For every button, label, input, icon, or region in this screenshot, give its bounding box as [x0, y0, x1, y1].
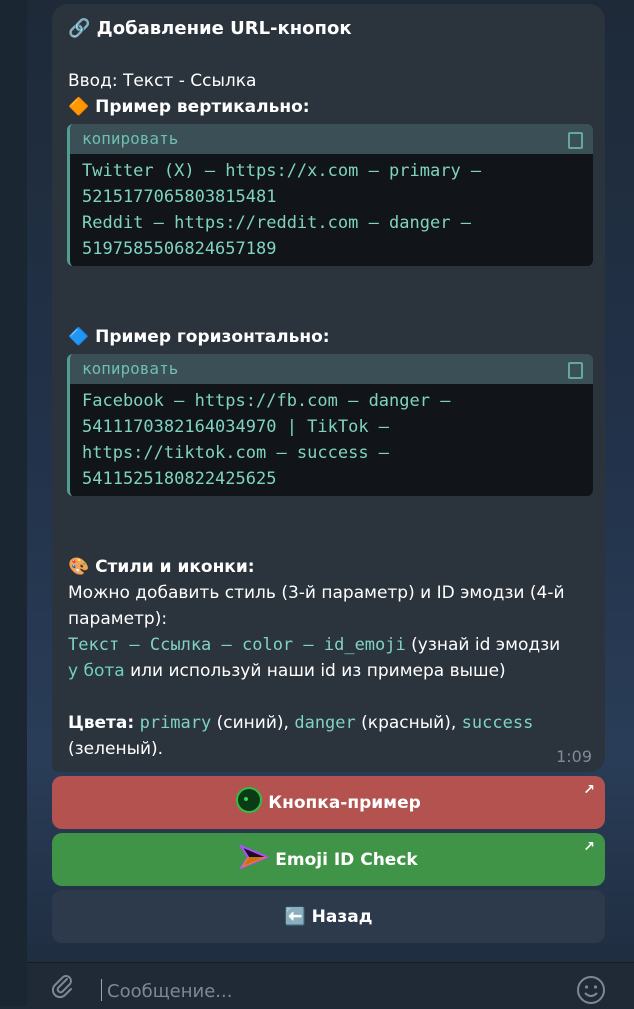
format-code: Текст — Ссылка — color — id_emoji — [68, 635, 406, 655]
code-line: Twitter (X) — https://x.com — primary — — [82, 161, 482, 181]
copy-label: копировать — [82, 129, 179, 148]
input-format-text: Ввод: Текст - Ссылка — [68, 71, 257, 91]
colors-label: Цвета: — [68, 713, 135, 733]
message-title: 🔗 Добавление URL-кнопок — [68, 18, 352, 39]
color-danger: danger — [294, 713, 356, 733]
code-line: Reddit — https://reddit.com — danger — — [82, 213, 471, 233]
copy-icon[interactable] — [568, 362, 583, 379]
code-line: 5411170382164034970 | TikTok — — [82, 417, 390, 437]
code-line: Facebook — https://fb.com — danger — — [82, 391, 451, 411]
copy-icon[interactable] — [568, 132, 583, 149]
back-button[interactable]: ⬅️ Назад — [52, 890, 605, 943]
color-primary-desc: (синий), — [211, 713, 295, 733]
horizontal-code-block: копировать Facebook — https://fb.com — d… — [67, 354, 593, 496]
format-after-2: или используй наши id из примера выше) — [124, 661, 506, 681]
code-line: 5215177065803815481 — [82, 187, 277, 207]
arrow-emoji-icon — [238, 843, 270, 875]
message-composer — [27, 962, 634, 1007]
caret — [101, 979, 102, 1001]
color-success: success — [461, 713, 534, 733]
copy-button[interactable]: копировать — [70, 124, 593, 154]
code-line: 5411525180822425625 — [82, 469, 277, 489]
attach-icon[interactable] — [51, 973, 75, 1003]
green-circle-icon — [236, 787, 263, 818]
button-label: Emoji ID Check — [275, 849, 418, 870]
external-link-icon: ↗ — [583, 782, 595, 798]
chat-list-edge — [0, 0, 27, 1006]
format-after: (узнай id эмодзи — [405, 635, 561, 655]
code-line: 5197585506824657189 — [82, 239, 277, 259]
message-time: 1:09 — [556, 747, 592, 766]
message-bubble: 🔗 Добавление URL-кнопок Ввод: Текст - Сс… — [52, 4, 605, 772]
message-input[interactable] — [105, 975, 539, 1007]
bot-link[interactable]: у бота — [68, 661, 125, 681]
code-line: https://tiktok.com — success — — [82, 443, 390, 463]
example-button[interactable]: Кнопка-пример ↗ — [52, 776, 605, 829]
colors-tail: (зеленый). — [68, 739, 164, 759]
styles-text: Можно добавить стиль (3-й параметр) и ID… — [68, 583, 565, 603]
color-danger-desc: (красный), — [355, 713, 462, 733]
styles-heading: 🎨 Стили и иконки: — [68, 557, 255, 577]
copy-button[interactable]: копировать — [70, 354, 593, 384]
emoji-icon[interactable] — [576, 975, 606, 1009]
emoji-id-check-button[interactable]: Emoji ID Check ↗ — [52, 833, 605, 886]
copy-label: копировать — [82, 359, 179, 378]
button-label: ⬅️ Назад — [284, 906, 373, 927]
styles-text: параметр): — [68, 609, 168, 629]
vertical-example-heading: 🔶 Пример вертикально: — [68, 97, 310, 117]
horizontal-example-heading: 🔷 Пример горизонтально: — [68, 327, 330, 347]
button-label: Кнопка-пример — [268, 792, 421, 813]
vertical-code-block: копировать Twitter (X) — https://x.com —… — [67, 124, 593, 266]
color-primary: primary — [139, 713, 212, 733]
external-link-icon: ↗ — [583, 839, 595, 855]
